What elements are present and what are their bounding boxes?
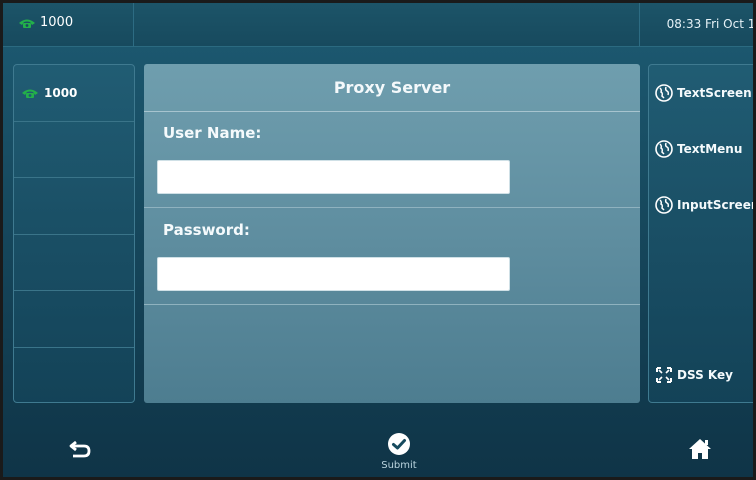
- proxy-server-dialog: Proxy Server User Name: Password:: [144, 64, 640, 403]
- phone-icon: [22, 89, 38, 98]
- back-button[interactable]: [66, 437, 94, 461]
- inputscreen-key[interactable]: InputScreen: [649, 177, 756, 233]
- globe-icon: [655, 140, 673, 158]
- line-key-empty[interactable]: [14, 122, 134, 178]
- phone-screen: 1000 08:33 Fri Oct 16 1000 Proxy Server …: [0, 0, 756, 480]
- line-key-label: 1000: [44, 85, 78, 100]
- line-key-empty[interactable]: [14, 348, 134, 405]
- line-key-empty[interactable]: [14, 178, 134, 235]
- textscreen-key[interactable]: TextScreen: [649, 65, 753, 121]
- password-input[interactable]: [157, 257, 510, 291]
- textmenu-key[interactable]: TextMenu: [649, 121, 753, 177]
- password-label: Password:: [163, 221, 250, 239]
- dss-key-label: DSS Key: [677, 368, 733, 382]
- line-key-empty[interactable]: [14, 291, 134, 348]
- submit-label: Submit: [381, 460, 417, 471]
- status-divider: [133, 3, 134, 47]
- inputscreen-label: InputScreen: [677, 198, 756, 212]
- dss-key[interactable]: DSS Key: [649, 347, 753, 403]
- status-account: 1000: [17, 15, 73, 30]
- dialog-title: Proxy Server: [144, 64, 640, 112]
- back-icon: [69, 440, 91, 458]
- status-bar: 1000 08:33 Fri Oct 16: [3, 3, 756, 47]
- globe-icon: [655, 196, 673, 214]
- softkey-panel: TextScreen TextMenu InputScreen DSS Key: [648, 64, 756, 403]
- dss-key-icon: [656, 367, 672, 383]
- status-account-label: 1000: [40, 15, 74, 30]
- checkmark-icon: [388, 433, 410, 455]
- username-input[interactable]: [157, 160, 510, 194]
- line-key-panel: 1000: [13, 64, 135, 403]
- phone-icon: [19, 19, 35, 28]
- bottom-bar: Submit: [3, 411, 753, 477]
- username-label: User Name:: [163, 124, 262, 142]
- textmenu-label: TextMenu: [677, 142, 743, 156]
- line-key-1000[interactable]: 1000: [14, 65, 134, 122]
- status-divider: [639, 3, 640, 47]
- textscreen-label: TextScreen: [677, 86, 752, 100]
- submit-button[interactable]: Submit: [369, 432, 429, 477]
- status-datetime: 08:33 Fri Oct 16: [666, 17, 756, 31]
- home-icon: [689, 439, 711, 459]
- dialog-divider: [144, 304, 640, 305]
- globe-icon: [655, 84, 673, 102]
- dialog-divider: [144, 207, 640, 208]
- line-key-empty[interactable]: [14, 235, 134, 291]
- home-button[interactable]: [687, 436, 713, 462]
